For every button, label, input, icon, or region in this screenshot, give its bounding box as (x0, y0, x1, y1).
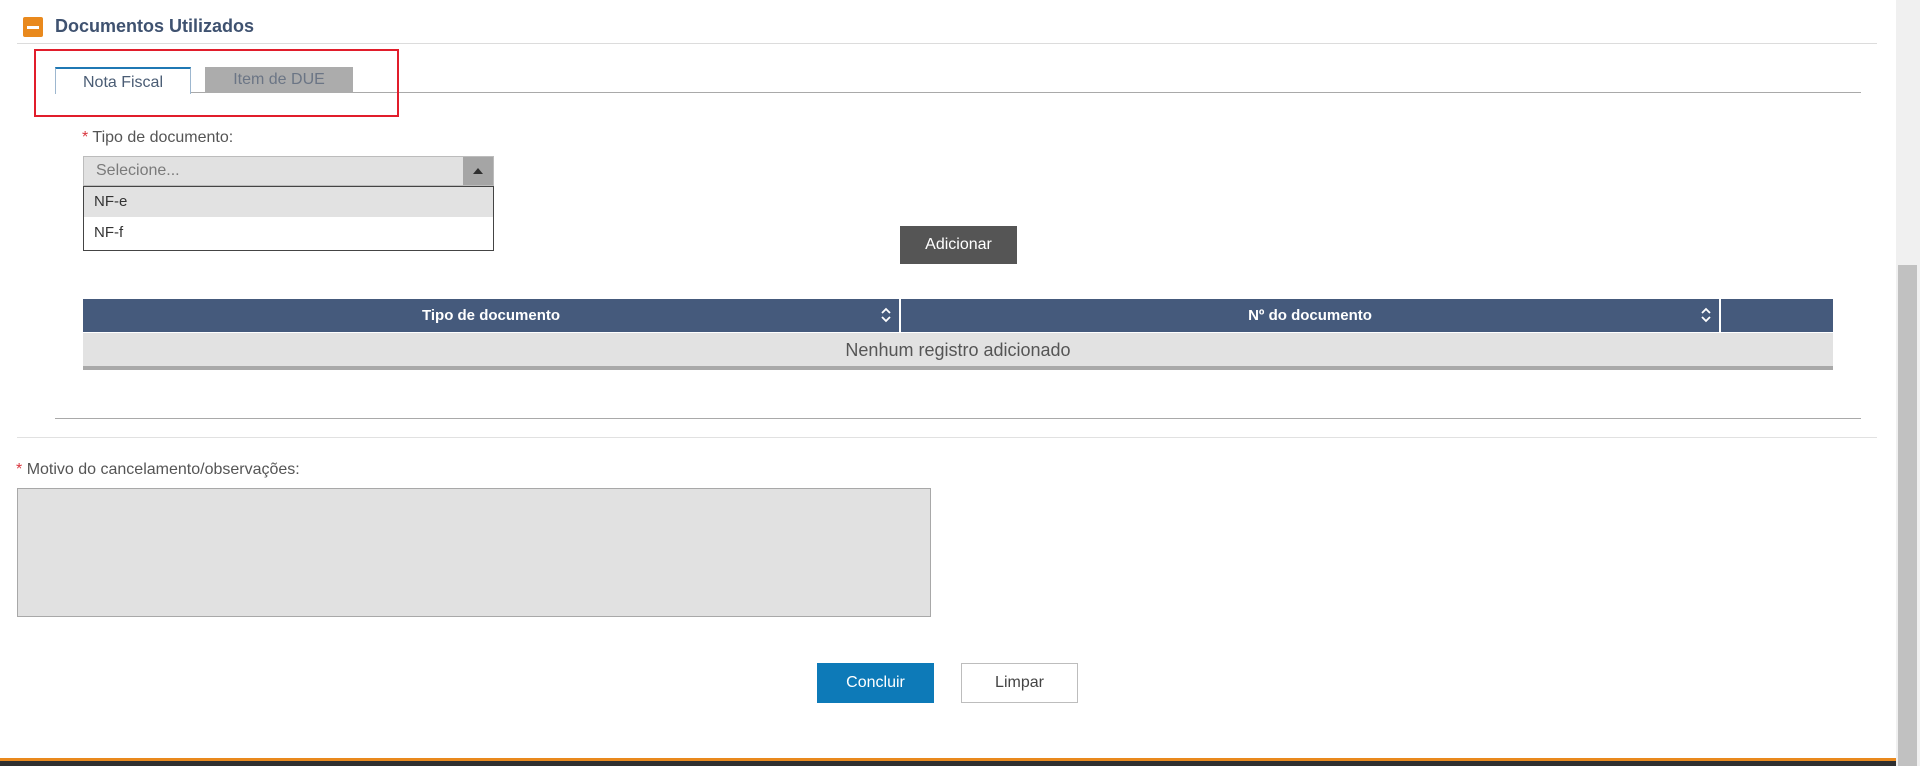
divider (17, 43, 1877, 44)
column-header-tipo-documento[interactable]: Tipo de documento (83, 299, 899, 332)
concluir-button[interactable]: Concluir (817, 663, 934, 703)
footer-bar (0, 758, 1896, 766)
sort-icon[interactable] (1701, 307, 1711, 323)
option-nf-f[interactable]: NF-f (84, 218, 493, 248)
column-header-numero-documento[interactable]: Nº do documento (901, 299, 1719, 332)
motivo-label-text: Motivo do cancelamento/observações: (26, 461, 300, 478)
tipo-documento-label: * Tipo de documento: (82, 129, 233, 147)
option-nf-e[interactable]: NF-e (84, 187, 493, 217)
motivo-label: * Motivo do cancelamento/observações: (16, 461, 300, 479)
tipo-documento-label-text: Tipo de documento: (92, 129, 234, 146)
section-title: Documentos Utilizados (55, 16, 255, 36)
column-header-actions (1721, 299, 1833, 332)
divider (17, 437, 1877, 438)
limpar-button[interactable]: Limpar (961, 663, 1078, 703)
highlight-annotation-box (34, 49, 399, 117)
tipo-documento-dropdown: NF-e NF-f (83, 186, 494, 251)
table-empty-row: Nenhum registro adicionado (83, 333, 1833, 370)
select-placeholder: Selecione... (96, 162, 180, 179)
chevron-up-icon[interactable] (463, 157, 493, 185)
motivo-textarea[interactable] (17, 488, 931, 617)
required-asterisk: * (82, 129, 89, 146)
scrollbar-thumb[interactable] (1898, 265, 1917, 766)
adicionar-button[interactable]: Adicionar (900, 226, 1017, 264)
column-header-label: Tipo de documento (421, 307, 561, 324)
column-header-label: Nº do documento (1248, 307, 1372, 324)
tipo-documento-select[interactable]: Selecione... (83, 156, 494, 186)
divider (55, 418, 1861, 419)
collapse-minus-icon[interactable] (23, 17, 43, 37)
required-asterisk: * (16, 461, 23, 478)
sort-icon[interactable] (881, 307, 891, 323)
